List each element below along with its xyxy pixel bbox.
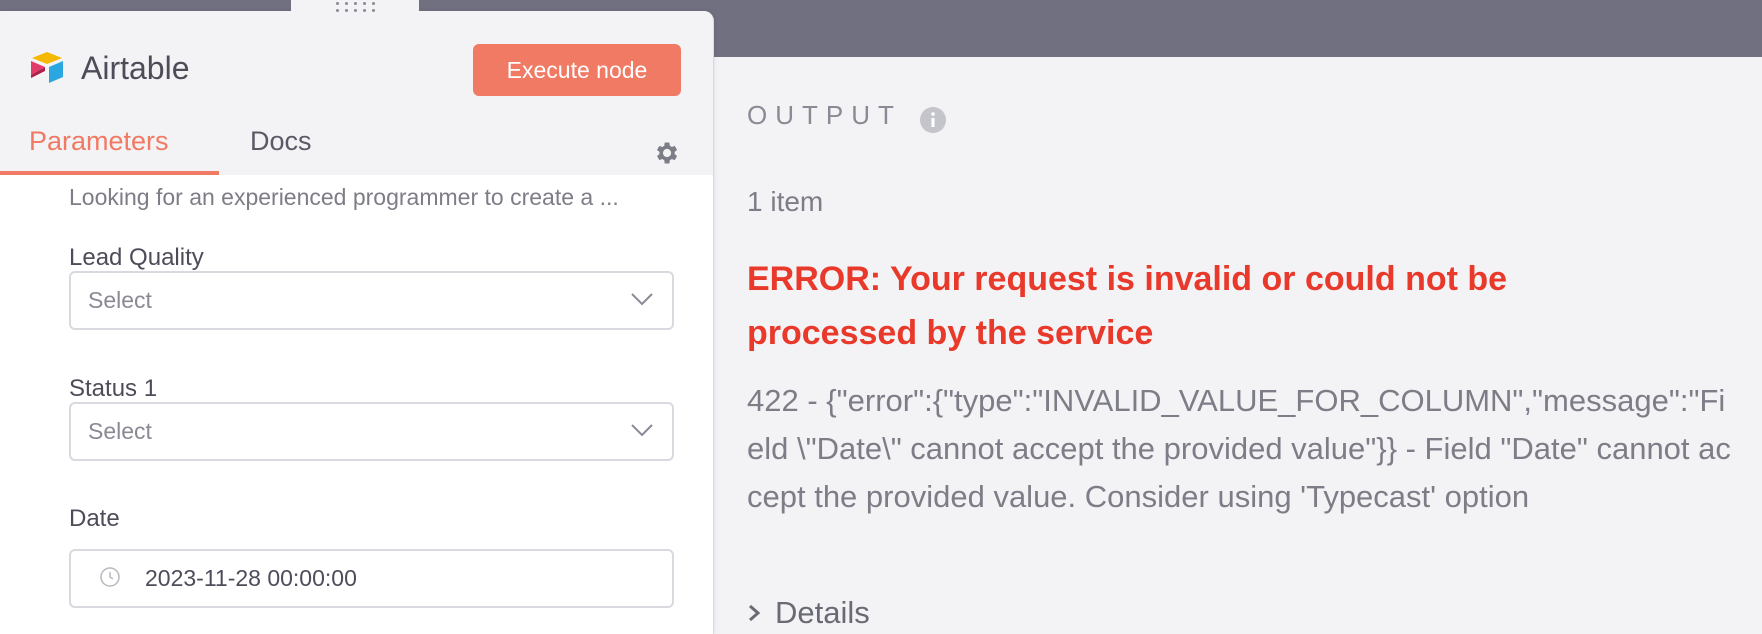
lead-quality-label: Lead Quality [69, 244, 204, 271]
status-1-select[interactable]: Select [69, 402, 674, 461]
item-count: 1 item [747, 186, 824, 217]
node-title: Airtable [81, 50, 190, 86]
chevron-right-icon [749, 604, 761, 622]
error-message: 422 - {"error":{"type":"INVALID_VALUE_FO… [747, 383, 1731, 514]
node-parameters-panel: Airtable Execute node Parameters Docs Lo… [0, 11, 714, 634]
lead-quality-placeholder: Select [88, 287, 152, 313]
node-header: Airtable Execute node Parameters Docs [0, 11, 713, 175]
tab-parameters[interactable]: Parameters [29, 124, 169, 158]
execute-node-button[interactable]: Execute node [473, 44, 681, 96]
chevron-down-icon [631, 293, 653, 306]
date-label: Date [69, 505, 120, 532]
lead-quality-select[interactable]: Select [69, 271, 674, 330]
description-preview: Looking for an experienced programmer to… [69, 184, 619, 210]
error-title: ERROR: Your request is invalid or could … [747, 260, 1508, 352]
output-title: OUTPUT [747, 100, 902, 130]
clock-icon [100, 567, 120, 587]
airtable-logo-icon [31, 52, 63, 83]
status-1-label: Status 1 [69, 375, 158, 402]
details-label: Details [775, 595, 870, 630]
status-1-placeholder: Select [88, 418, 152, 444]
active-tab-indicator [0, 171, 219, 175]
tab-docs[interactable]: Docs [250, 124, 312, 158]
date-value: 2023-11-28 00:00:00 [145, 565, 357, 591]
info-icon[interactable] [919, 106, 947, 134]
details-toggle[interactable]: Details [747, 594, 870, 632]
date-input[interactable]: 2023-11-28 00:00:00 [69, 549, 674, 608]
panel-drag-handle[interactable] [291, 0, 419, 14]
gear-icon[interactable] [652, 139, 680, 167]
chevron-down-icon [631, 424, 653, 437]
